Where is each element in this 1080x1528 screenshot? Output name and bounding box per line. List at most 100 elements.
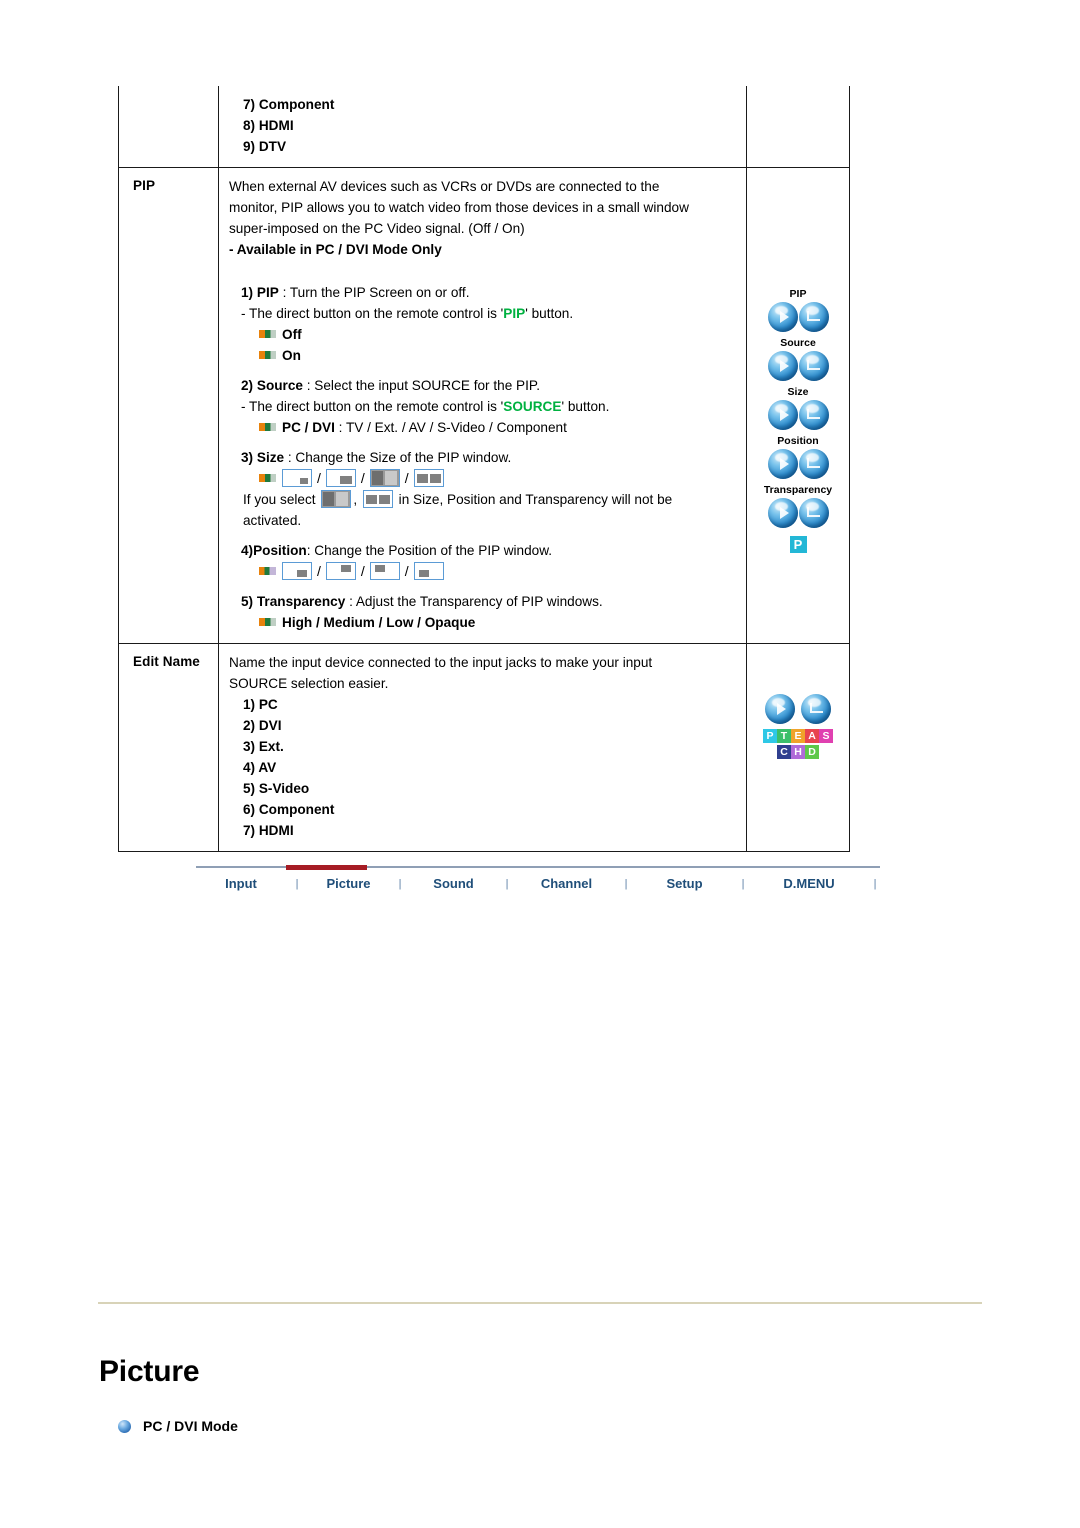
letter-tile: D: [805, 745, 819, 759]
play-orb-icon: [767, 449, 798, 479]
play-orb-icon: [767, 400, 798, 430]
tab-active-indicator: [286, 865, 367, 870]
row-body-cell: 7) Component 8) HDMI 9) DTV: [218, 86, 747, 168]
item-keyword: Position: [253, 543, 307, 558]
pip-item-1: 1) PIP : Turn the PIP Screen on or off.: [229, 282, 736, 303]
pip-size-options: / / /: [229, 468, 736, 489]
list-item: 3) Ext.: [243, 739, 284, 754]
icon-caption-source: Source: [780, 337, 816, 349]
list-item: 8) HDMI: [243, 118, 294, 133]
pip-size-double-icon: [321, 490, 352, 508]
item-text: : Change the Position of the PIP window.: [306, 543, 553, 558]
tab-input[interactable]: Input: [196, 876, 286, 891]
pip-size-note-cont: activated.: [243, 513, 302, 528]
enter-orb-icon: [798, 302, 829, 332]
tab-setup[interactable]: Setup: [637, 876, 732, 891]
pip-item-1-note: - The direct button on the remote contro…: [229, 303, 736, 324]
row-body-cell: Name the input device connected to the i…: [218, 643, 747, 852]
tab-separator: |: [741, 877, 745, 890]
pip-position-bottom-right-icon: [282, 562, 312, 580]
enter-orb-icon: [798, 351, 829, 381]
table-row: 7) Component 8) HDMI 9) DTV: [118, 86, 850, 168]
pip-size-double-icon: [369, 469, 400, 487]
tab-dmenu[interactable]: D.MENU: [754, 876, 864, 891]
tab-channel[interactable]: Channel: [518, 876, 615, 891]
pip-item-5: 5) Transparency : Adjust the Transparenc…: [229, 591, 736, 612]
item-text: : Turn the PIP Screen on or off.: [282, 285, 470, 300]
pip-position-top-left-icon: [369, 562, 400, 580]
pip-item-4: 4)Position: Change the Position of the P…: [229, 540, 736, 561]
pip-size-wide-icon: [362, 490, 393, 508]
edit-name-intro-line: Name the input device connected to the i…: [229, 655, 653, 670]
list-item: 6) Component: [243, 802, 335, 817]
icon-caption-size: Size: [787, 386, 809, 398]
tab-separator: |: [505, 877, 509, 890]
p-badge-icon: P: [789, 536, 807, 553]
section-tabbar: Input | Picture | Sound | Channel | Setu…: [196, 865, 880, 906]
bullet-marker-icon: [259, 351, 276, 359]
icon-caption-transparency: Transparency: [763, 484, 833, 496]
bullet-marker-icon: [259, 330, 276, 338]
tab-sound[interactable]: Sound: [411, 876, 496, 891]
item-number: 2): [241, 378, 254, 393]
row-label-pip: PIP: [133, 178, 156, 193]
tab-separator: |: [398, 877, 402, 890]
letter-tile: C: [777, 745, 791, 759]
settings-table: 7) Component 8) HDMI 9) DTV PIP When ext…: [118, 86, 850, 852]
pip-position-top-right-icon: [325, 562, 356, 580]
pip-intro-line: monitor, PIP allows you to watch video f…: [229, 200, 689, 215]
play-orb-icon: [765, 694, 795, 724]
bullet-marker-icon: [259, 474, 276, 482]
edit-name-intro-line: SOURCE selection easier.: [229, 676, 389, 691]
blue-bullet-icon: [118, 1419, 131, 1433]
pip-remote-icons: PIP Source Size Position Transparency P: [747, 168, 849, 568]
pip-intro-line: When external AV devices such as VCRs or…: [229, 179, 660, 194]
note-prefix: - The direct button on the remote contro…: [241, 306, 504, 321]
tab-separator: |: [873, 877, 877, 890]
orb-pair: [747, 498, 849, 528]
pip-position-bottom-left-icon: [413, 562, 444, 580]
list-item: 1) PC: [243, 697, 278, 712]
enter-orb-icon: [798, 400, 829, 430]
pip-option: On: [229, 345, 736, 366]
icon-caption-position: Position: [777, 435, 819, 447]
tab-separator: |: [624, 877, 628, 890]
note-highlight: SOURCE: [503, 399, 562, 414]
list-item: 5) S-Video: [243, 781, 310, 796]
orb-pair: [747, 302, 849, 332]
orb-pair: [747, 351, 849, 381]
row-label-cell: Edit Name: [118, 643, 219, 852]
section-divider: [98, 1302, 982, 1304]
item-number: 4): [241, 543, 254, 558]
letter-tile: T: [777, 729, 791, 743]
edit-name-icons: PTEAS CHD: [747, 644, 849, 773]
play-orb-icon: [767, 351, 798, 381]
orb-pair: [747, 694, 849, 724]
pip-item-2: 2) Source : Select the input SOURCE for …: [229, 375, 736, 396]
icon-caption-pip: PIP: [789, 288, 807, 300]
note-highlight: PIP: [503, 306, 526, 321]
enter-orb-icon: [798, 449, 829, 479]
bullet-marker-icon: [259, 567, 276, 575]
enter-orb-icon: [801, 694, 831, 724]
row-icon-cell: [746, 86, 850, 168]
bullet-marker-icon: [259, 618, 276, 626]
tab-separator: |: [295, 877, 299, 890]
letter-tiles-row-1: PTEAS: [747, 729, 849, 743]
table-row: PIP When external AV devices such as VCR…: [118, 167, 850, 644]
item-keyword: Source: [256, 378, 303, 393]
play-orb-icon: [767, 302, 798, 332]
item-keyword: Transparency: [256, 594, 346, 609]
tab-picture[interactable]: Picture: [308, 876, 389, 891]
subsection-label: PC / DVI Mode: [143, 1418, 238, 1434]
letter-tile: S: [819, 729, 833, 743]
subsection-bullet: PC / DVI Mode: [118, 1418, 238, 1434]
bullet-marker-icon: [259, 423, 276, 431]
list-item: 7) Component: [243, 97, 335, 112]
letter-tile: E: [791, 729, 805, 743]
list-item: 4) AV: [243, 760, 277, 775]
row-icon-cell: PIP Source Size Position Transparency P: [746, 167, 850, 644]
item-number: 1): [241, 285, 254, 300]
page-title: Picture: [99, 1355, 200, 1388]
item-number: 3): [241, 450, 254, 465]
